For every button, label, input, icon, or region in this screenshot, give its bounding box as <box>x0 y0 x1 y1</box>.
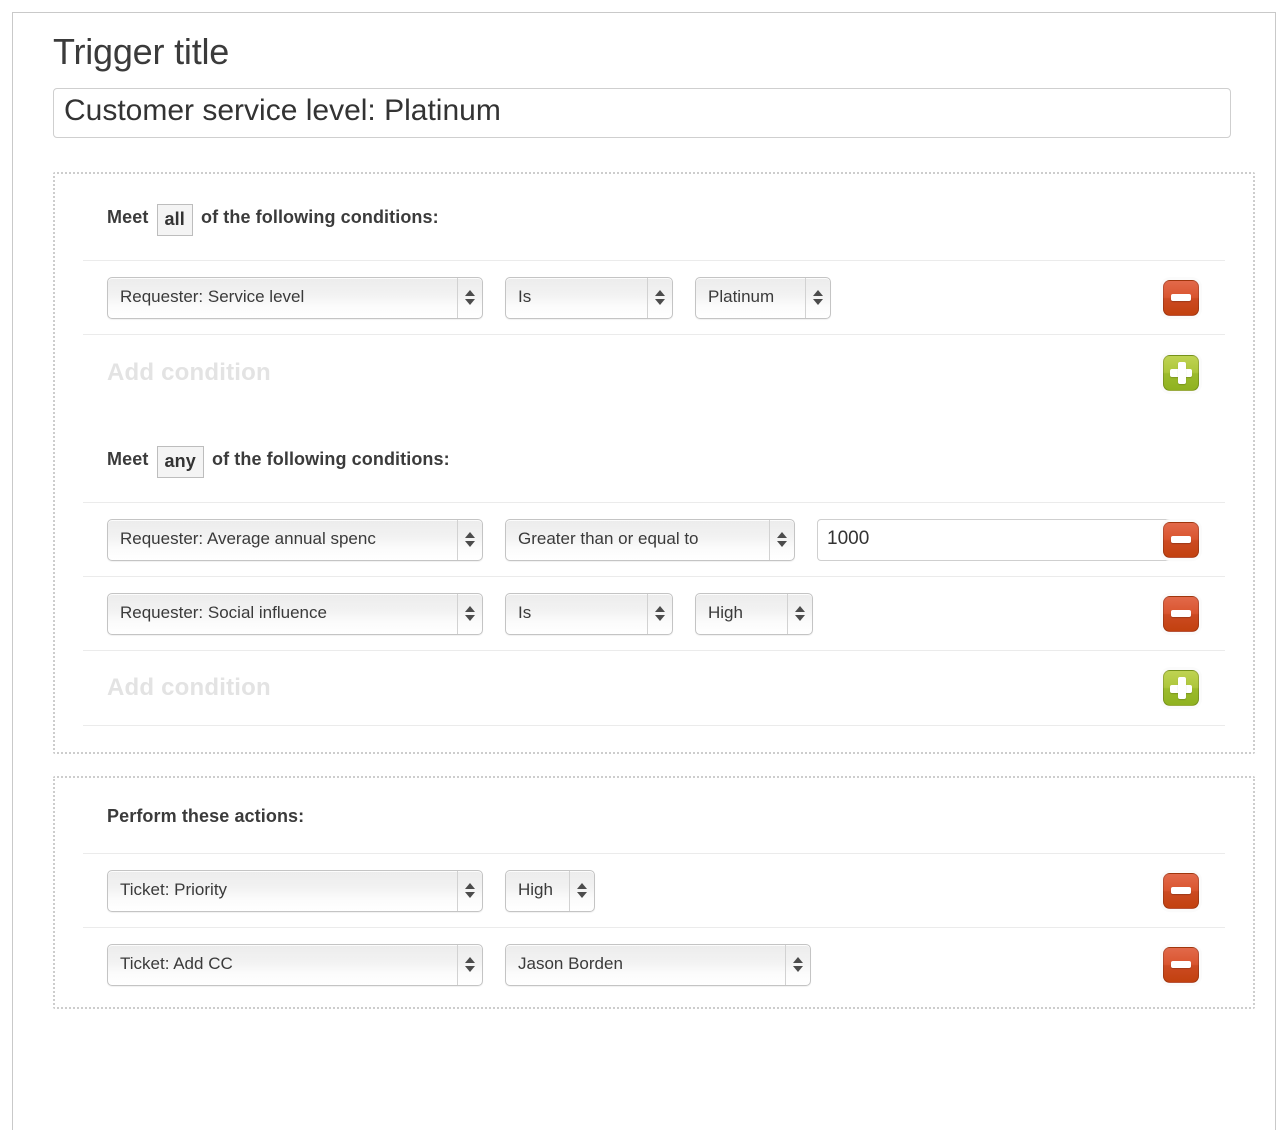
condition-row: Requester: Average annual spenc Greater … <box>83 502 1225 576</box>
condition-operator-select[interactable]: Is <box>505 593 673 635</box>
updown-arrow-icon <box>457 594 482 634</box>
action-field-select[interactable]: Ticket: Priority <box>107 870 483 912</box>
condition-value: Platinum <box>696 287 805 309</box>
condition-operator-value: Is <box>506 287 647 309</box>
add-condition-row[interactable]: Add condition <box>83 650 1225 726</box>
action-row: Ticket: Priority High <box>83 853 1225 927</box>
action-field-value: Ticket: Priority <box>108 880 457 902</box>
updown-arrow-icon <box>457 945 482 985</box>
condition-field-value: Requester: Service level <box>108 287 457 309</box>
action-row: Ticket: Add CC Jason Borden <box>83 927 1225 1001</box>
minus-icon <box>1171 887 1191 894</box>
plus-icon <box>1170 677 1192 699</box>
action-value-select[interactable]: Jason Borden <box>505 944 811 986</box>
add-condition-button[interactable] <box>1163 670 1199 706</box>
condition-operator-value: Greater than or equal to <box>506 529 769 551</box>
remove-condition-button[interactable] <box>1163 522 1199 558</box>
updown-arrow-icon <box>457 871 482 911</box>
conditions-panel: Meet all of the following conditions: Re… <box>53 172 1255 754</box>
condition-field-value: Requester: Social influence <box>108 603 457 625</box>
meet-suffix-all: of the following conditions: <box>201 207 439 227</box>
action-field-value: Ticket: Add CC <box>108 954 457 976</box>
match-type-any[interactable]: any <box>157 446 204 478</box>
action-value-select[interactable]: High <box>505 870 595 912</box>
match-type-all[interactable]: all <box>157 204 193 236</box>
condition-field-select[interactable]: Requester: Average annual spenc <box>107 519 483 561</box>
updown-arrow-icon <box>647 594 672 634</box>
updown-arrow-icon <box>769 520 794 560</box>
minus-icon <box>1171 536 1191 543</box>
updown-arrow-icon <box>805 278 830 318</box>
updown-arrow-icon <box>569 871 594 911</box>
remove-condition-button[interactable] <box>1163 596 1199 632</box>
updown-arrow-icon <box>787 594 812 634</box>
minus-icon <box>1171 294 1191 301</box>
condition-value-select[interactable]: High <box>695 593 813 635</box>
actions-heading: Perform these actions: <box>83 778 1225 853</box>
updown-arrow-icon <box>457 520 482 560</box>
add-condition-label: Add condition <box>107 674 271 702</box>
add-condition-row[interactable]: Add condition <box>83 334 1225 410</box>
remove-action-button[interactable] <box>1163 947 1199 983</box>
condition-value-select[interactable]: Platinum <box>695 277 831 319</box>
condition-field-select[interactable]: Requester: Service level <box>107 277 483 319</box>
trigger-title-section: Trigger title <box>53 13 1255 138</box>
minus-icon <box>1171 610 1191 617</box>
condition-value: High <box>696 603 787 625</box>
condition-row: Requester: Service level Is Platinum <box>83 260 1225 334</box>
condition-operator-select[interactable]: Is <box>505 277 673 319</box>
conditions-any-heading: Meet any of the following conditions: <box>83 410 1225 502</box>
condition-field-value: Requester: Average annual spenc <box>108 529 457 551</box>
meet-prefix-all: Meet <box>107 207 148 227</box>
condition-row: Requester: Social influence Is High <box>83 576 1225 650</box>
condition-operator-value: Is <box>506 603 647 625</box>
updown-arrow-icon <box>785 945 810 985</box>
remove-action-button[interactable] <box>1163 873 1199 909</box>
plus-icon <box>1170 362 1192 384</box>
updown-arrow-icon <box>457 278 482 318</box>
action-value: High <box>506 880 569 902</box>
action-field-select[interactable]: Ticket: Add CC <box>107 944 483 986</box>
add-condition-label: Add condition <box>107 359 271 387</box>
condition-operator-select[interactable]: Greater than or equal to <box>505 519 795 561</box>
meet-suffix-any: of the following conditions: <box>212 449 450 469</box>
minus-icon <box>1171 961 1191 968</box>
updown-arrow-icon <box>647 278 672 318</box>
condition-value-input[interactable] <box>817 519 1189 561</box>
conditions-all-heading: Meet all of the following conditions: <box>83 174 1225 260</box>
trigger-title-input[interactable] <box>53 88 1231 138</box>
actions-panel: Perform these actions: Ticket: Priority … <box>53 776 1255 1009</box>
trigger-editor-window: Trigger title Meet all of the following … <box>12 12 1276 1130</box>
action-value: Jason Borden <box>506 954 785 976</box>
add-condition-button[interactable] <box>1163 355 1199 391</box>
page-title: Trigger title <box>53 31 1255 72</box>
remove-condition-button[interactable] <box>1163 280 1199 316</box>
condition-field-select[interactable]: Requester: Social influence <box>107 593 483 635</box>
meet-prefix-any: Meet <box>107 449 148 469</box>
